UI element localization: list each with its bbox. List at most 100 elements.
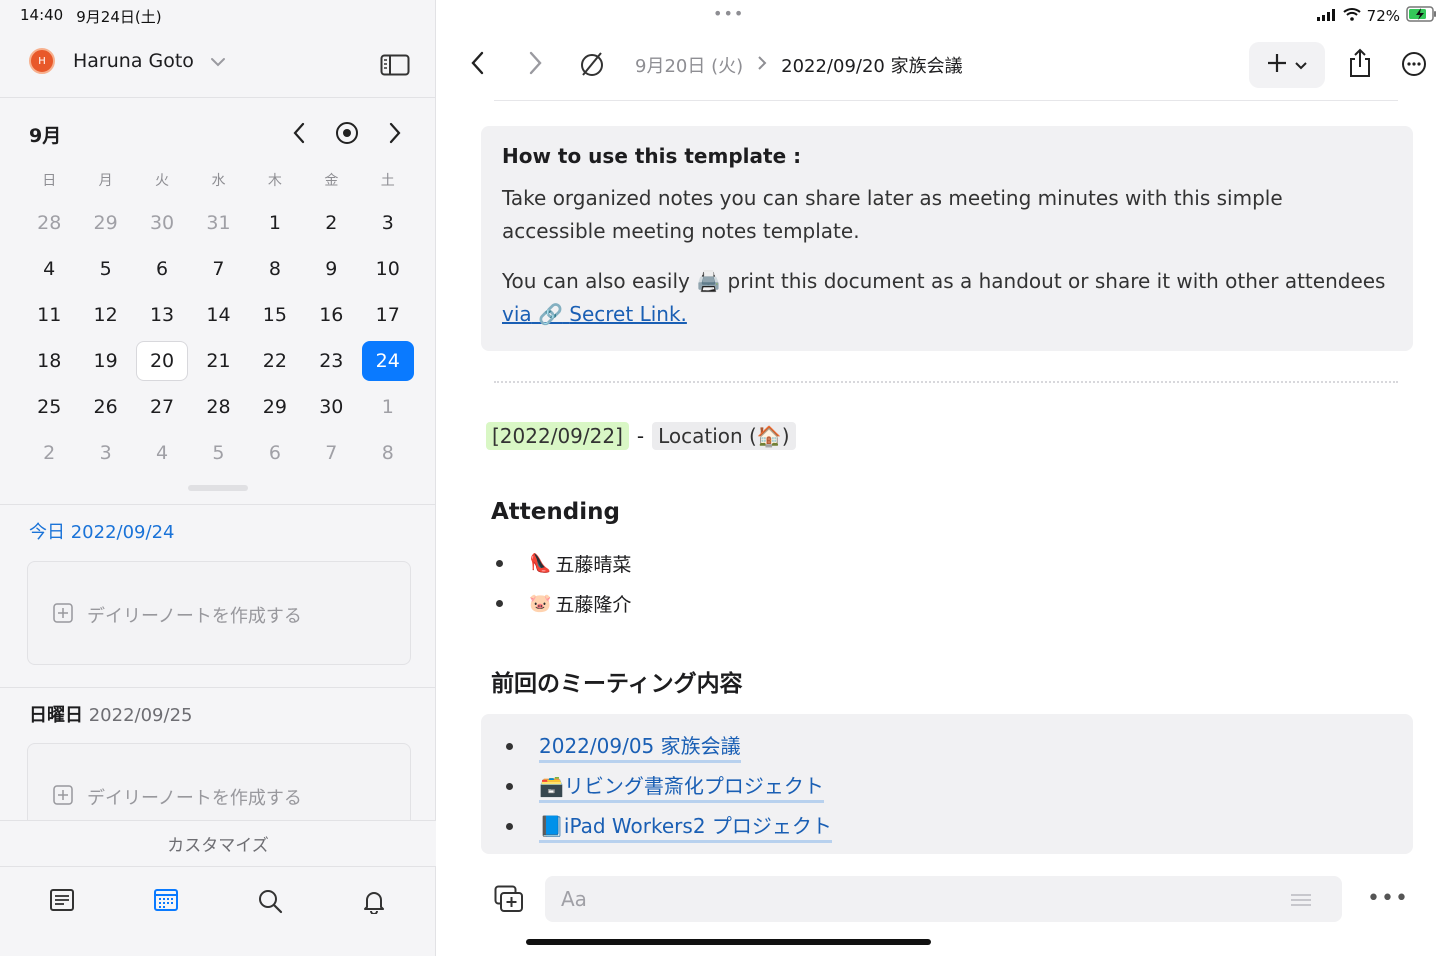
more-options-icon[interactable] xyxy=(1401,51,1427,81)
home-indicator xyxy=(526,939,931,945)
list-item: 👠 五藤晴菜 xyxy=(496,543,631,583)
attending-heading: Attending xyxy=(491,499,620,525)
calendar-day[interactable]: 25 xyxy=(21,384,77,430)
calendar-day[interactable]: 7 xyxy=(190,246,246,292)
add-menu-button[interactable] xyxy=(1249,42,1325,88)
add-block-icon[interactable] xyxy=(494,885,524,917)
calendar-day[interactable]: 21 xyxy=(190,338,246,384)
multitasking-dots-icon[interactable]: ••• xyxy=(713,4,744,23)
sunday-date: 2022/09/25 xyxy=(88,705,193,726)
calendar-day[interactable]: 18 xyxy=(21,338,77,384)
calendar-day[interactable]: 14 xyxy=(190,292,246,338)
chevron-down-icon xyxy=(1294,56,1308,75)
calendar-day[interactable]: 1 xyxy=(247,200,303,246)
calendar-day[interactable]: 10 xyxy=(360,246,416,292)
forward-icon[interactable] xyxy=(527,50,543,80)
callout-paragraph: Take organized notes you can share later… xyxy=(502,186,1283,243)
calendar-day[interactable]: 2 xyxy=(303,200,359,246)
today-target-icon[interactable] xyxy=(335,121,359,149)
calendar-day[interactable]: 16 xyxy=(303,292,359,338)
calendar-day[interactable]: 2 xyxy=(21,430,77,476)
calendar-resize-handle[interactable] xyxy=(188,485,248,491)
customize-button[interactable]: カスタマイズ xyxy=(0,820,436,867)
calendar-day[interactable]: 28 xyxy=(21,200,77,246)
calendar-day[interactable]: 11 xyxy=(21,292,77,338)
calendar-day[interactable]: 23 xyxy=(303,338,359,384)
calendar-day[interactable]: 17 xyxy=(360,292,416,338)
focus-off-icon[interactable] xyxy=(579,50,605,82)
weekday-label: 日 xyxy=(42,173,57,189)
daily-note-card[interactable]: デイリーノートを作成する xyxy=(27,561,411,665)
calendar-day[interactable]: 12 xyxy=(77,292,133,338)
heel-icon: 👠 xyxy=(529,552,552,574)
calendar-day[interactable]: 22 xyxy=(247,338,303,384)
bullet xyxy=(506,782,513,790)
calendar-day[interactable]: 31 xyxy=(190,200,246,246)
create-daily-note-button[interactable]: デイリーノートを作成する xyxy=(53,784,302,810)
plus-icon xyxy=(1266,52,1288,78)
calendar-day[interactable]: 29 xyxy=(77,200,133,246)
status-date: 9月24日(土) xyxy=(76,8,162,26)
calendar-day[interactable]: 5 xyxy=(77,246,133,292)
text-input[interactable]: Aa xyxy=(545,876,1342,922)
calendar-day[interactable]: 9 xyxy=(303,246,359,292)
dotted-divider xyxy=(494,381,1398,383)
calendar-day-selected[interactable]: 24 xyxy=(360,338,416,384)
meta-separator: - xyxy=(636,424,645,448)
calendar-day[interactable]: 15 xyxy=(247,292,303,338)
calendar-tab-icon[interactable] xyxy=(153,888,179,916)
calendar-day[interactable]: 27 xyxy=(134,384,190,430)
create-daily-note-button[interactable]: デイリーノートを作成する xyxy=(53,602,302,628)
text-format-icon[interactable] xyxy=(1290,892,1312,911)
search-tab-icon[interactable] xyxy=(257,888,283,918)
divider xyxy=(0,504,436,505)
sidebar-toggle-icon[interactable] xyxy=(380,54,410,80)
note-link[interactable]: 🗃️リビング書斎化プロジェクト xyxy=(539,770,824,803)
calendar-day[interactable]: 3 xyxy=(77,430,133,476)
more-horizontal-icon[interactable]: ••• xyxy=(1367,886,1409,911)
calendar-day[interactable]: 30 xyxy=(134,200,190,246)
calendar-day[interactable]: 29 xyxy=(247,384,303,430)
attendee-list: 👠 五藤晴菜 🐷 五藤隆介 xyxy=(496,543,631,623)
previous-month-icon[interactable] xyxy=(290,121,308,149)
note-link[interactable]: 2022/09/05 家族会議 xyxy=(539,730,741,763)
bell-tab-icon[interactable] xyxy=(361,888,387,918)
calendar-day[interactable]: 4 xyxy=(21,246,77,292)
calendar-day[interactable]: 30 xyxy=(303,384,359,430)
weekday-label: 月 xyxy=(98,173,113,189)
list-item: 2022/09/05 家族会議 xyxy=(506,726,1413,766)
note-editor: ••• 72% 9月20日 (火) 2022/09/20 家族会議 How to… xyxy=(437,0,1456,956)
customize-label: カスタマイズ xyxy=(167,836,269,856)
calendar-day[interactable]: 7 xyxy=(303,430,359,476)
calendar-day-highlighted[interactable]: 20 xyxy=(134,338,190,384)
calendar-day[interactable]: 26 xyxy=(77,384,133,430)
date-tag[interactable]: [2022/09/22] xyxy=(486,422,629,450)
account-switcher[interactable]: H Haruna Goto xyxy=(29,48,226,74)
next-month-icon[interactable] xyxy=(386,121,404,149)
back-icon[interactable] xyxy=(470,50,486,80)
location-tag[interactable]: Location (🏠) xyxy=(652,422,796,450)
divider xyxy=(0,687,436,688)
calendar-day[interactable]: 5 xyxy=(190,430,246,476)
calendar-day[interactable]: 28 xyxy=(190,384,246,430)
calendar-day[interactable]: 6 xyxy=(247,430,303,476)
share-icon[interactable] xyxy=(1348,48,1372,82)
note-link[interactable]: 📘iPad Workers2 プロジェクト xyxy=(539,810,832,843)
previous-meetings-heading: 前回のミーティング内容 xyxy=(491,671,743,697)
calendar-day[interactable]: 6 xyxy=(134,246,190,292)
calendar-day[interactable]: 1 xyxy=(360,384,416,430)
plus-square-icon xyxy=(53,602,73,628)
notes-tab-icon[interactable] xyxy=(49,888,75,916)
printer-icon: 🖨️ xyxy=(696,269,722,293)
calendar-day[interactable]: 13 xyxy=(134,292,190,338)
calendar-day[interactable]: 19 xyxy=(77,338,133,384)
status-bar-right: 72% xyxy=(1316,6,1438,26)
calendar-day[interactable]: 8 xyxy=(360,430,416,476)
plus-square-icon xyxy=(53,784,73,810)
breadcrumb-parent[interactable]: 9月20日 (火) xyxy=(635,52,743,78)
tab-bar xyxy=(0,868,436,956)
calendar-day[interactable]: 3 xyxy=(360,200,416,246)
calendar-day[interactable]: 8 xyxy=(247,246,303,292)
secret-link[interactable]: via 🔗 Secret Link. xyxy=(502,302,687,326)
calendar-day[interactable]: 4 xyxy=(134,430,190,476)
